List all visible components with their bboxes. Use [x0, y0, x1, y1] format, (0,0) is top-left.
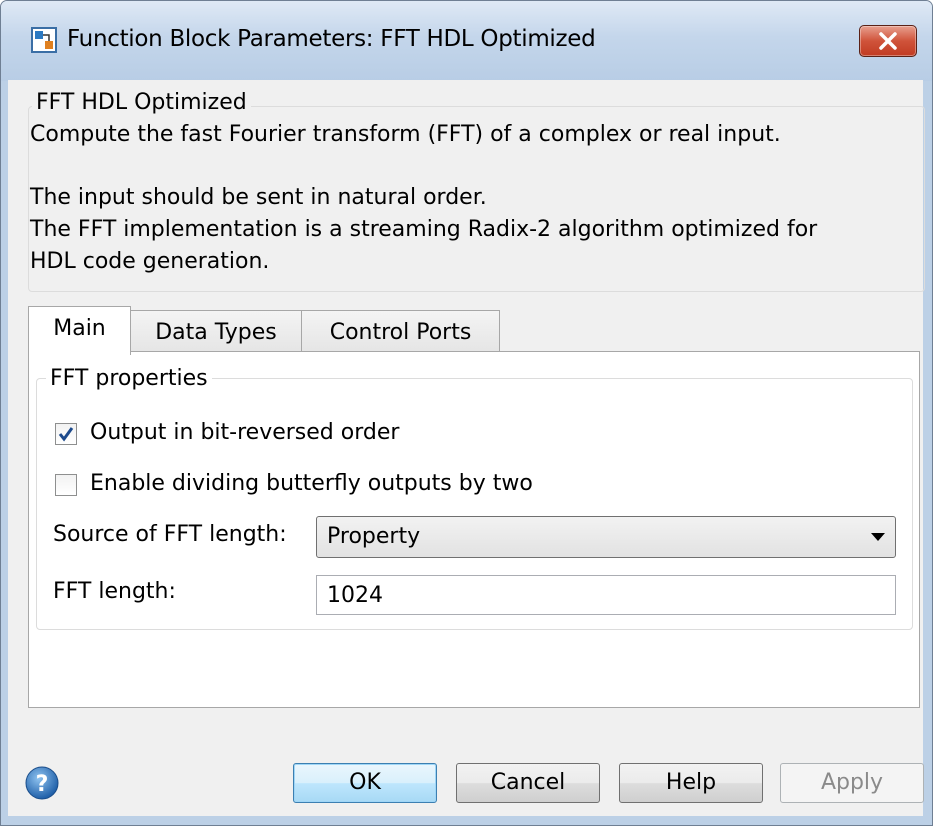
- title-bar[interactable]: Function Block Parameters: FFT HDL Optim…: [1, 1, 932, 81]
- cancel-button[interactable]: Cancel: [456, 763, 600, 803]
- description-line: HDL code generation.: [30, 249, 270, 274]
- svg-text:?: ?: [36, 772, 49, 797]
- tab-main[interactable]: Main: [28, 306, 131, 355]
- fft-length-input[interactable]: 1024: [316, 575, 896, 615]
- divide-by-two-label[interactable]: Enable dividing butterfly outputs by two: [90, 471, 533, 496]
- fft-length-value: 1024: [327, 583, 383, 608]
- source-fft-length-value: Property: [327, 524, 421, 549]
- bit-reversed-checkbox[interactable]: [55, 423, 77, 445]
- help-icon[interactable]: ?: [25, 766, 59, 800]
- help-button[interactable]: Help: [619, 763, 763, 803]
- fft-length-label: FFT length:: [53, 579, 176, 604]
- close-icon: [879, 32, 897, 50]
- source-fft-length-label: Source of FFT length:: [53, 522, 287, 547]
- bit-reversed-label[interactable]: Output in bit-reversed order: [90, 420, 399, 445]
- tab-control-ports[interactable]: Control Ports: [301, 310, 500, 355]
- checkmark-icon: [58, 427, 74, 442]
- fft-properties-title: FFT properties: [46, 366, 212, 391]
- apply-button[interactable]: Apply: [780, 763, 924, 803]
- divide-by-two-checkbox[interactable]: [55, 474, 77, 496]
- description-line: Compute the fast Fourier transform (FFT)…: [30, 122, 781, 147]
- description-line: The FFT implementation is a streaming Ra…: [30, 217, 818, 242]
- window-title: Function Block Parameters: FFT HDL Optim…: [67, 26, 596, 52]
- close-button[interactable]: [859, 25, 917, 57]
- chevron-down-icon: [871, 533, 885, 541]
- simulink-block-icon: [31, 27, 57, 53]
- ok-button[interactable]: OK: [293, 763, 437, 803]
- source-fft-length-dropdown[interactable]: Property: [316, 516, 896, 558]
- tab-data-types[interactable]: Data Types: [129, 310, 303, 355]
- description-line: The input should be sent in natural orde…: [30, 185, 487, 210]
- description-group-title: FFT HDL Optimized: [32, 90, 251, 115]
